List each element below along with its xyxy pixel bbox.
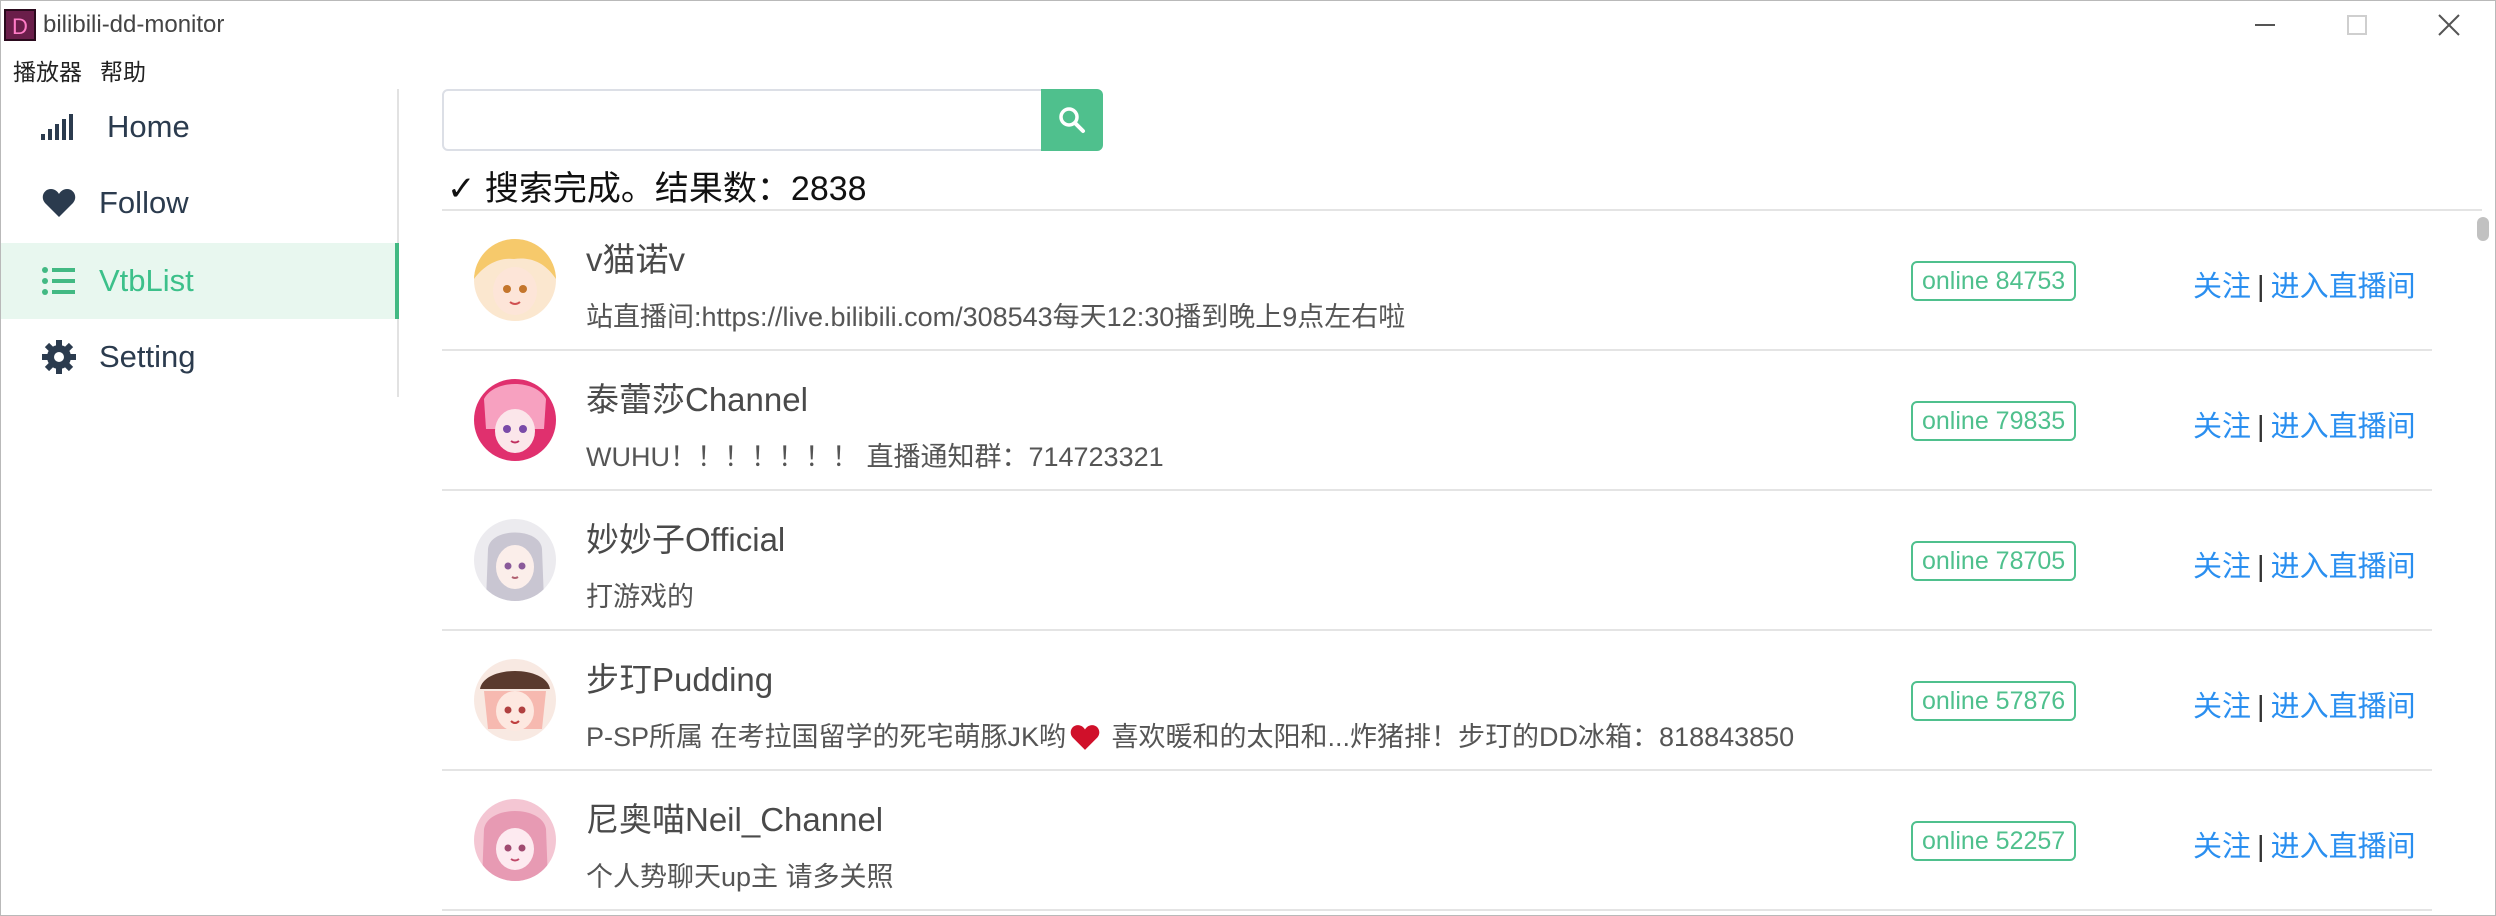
follow-link[interactable]: 关注	[2193, 271, 2251, 303]
list-item: 妙妙子Official 打游戏的 online 78705 关注 | 进入直播间	[442, 491, 2432, 631]
row-actions: 关注 | 进入直播间	[2193, 683, 2416, 725]
close-icon	[2438, 14, 2460, 36]
app-logo-icon: D	[4, 9, 36, 41]
app-window: D bilibili-dd-monitor 播放器 帮助 Home Follow…	[0, 0, 2496, 916]
sidebar: Home Follow VtbList Setting	[1, 89, 399, 397]
follow-link[interactable]: 关注	[2193, 411, 2251, 443]
online-badge: online 52257	[1911, 821, 2077, 861]
list-item: 尼奥喵Neil_Channel 个人势聊天up主 请多关照 online 522…	[442, 771, 2432, 911]
maximize-icon	[2347, 15, 2367, 35]
description-text: P-SP所属 在考拉国留学的死宅萌豚JK哟	[586, 722, 1067, 752]
action-separator: |	[2257, 831, 2265, 863]
minimize-button[interactable]	[2219, 1, 2311, 49]
signal-bars-icon	[39, 107, 79, 147]
heart-icon	[39, 183, 79, 223]
online-badge: online 57876	[1911, 681, 2077, 721]
list-icon	[39, 261, 79, 301]
vtuber-name: 步玎Pudding	[586, 661, 774, 698]
search-status: ✓ 搜索完成。结果数：2838	[447, 170, 867, 208]
avatar[interactable]	[474, 239, 556, 321]
vtuber-description: WUHU！！！！！！！ 直播通知群：714723321	[586, 442, 1164, 472]
description-text: 喜欢暖和的太阳和...炸猪排！步玎的DD冰箱：818843850	[1104, 722, 1795, 752]
sidebar-item-setting[interactable]: Setting	[1, 319, 399, 395]
enter-room-link[interactable]: 进入直播间	[2271, 691, 2416, 723]
online-badge: online 84753	[1911, 261, 2077, 301]
list-item: 步玎Pudding P-SP所属 在考拉国留学的死宅萌豚JK哟 喜欢暖和的太阳和…	[442, 631, 2432, 771]
sidebar-item-label: Home	[107, 109, 190, 144]
row-actions: 关注 | 进入直播间	[2193, 403, 2416, 445]
vtb-result-list: v猫诺v 站直播间:https://live.bilibili.com/3085…	[442, 211, 2432, 911]
list-item: 泰蕾莎Channel WUHU！！！！！！！ 直播通知群：714723321 o…	[442, 351, 2432, 491]
vtuber-name: 泰蕾莎Channel	[586, 381, 808, 418]
enter-room-link[interactable]: 进入直播间	[2271, 411, 2416, 443]
minimize-icon	[2255, 24, 2275, 26]
action-separator: |	[2257, 411, 2265, 443]
vtuber-description: P-SP所属 在考拉国留学的死宅萌豚JK哟 喜欢暖和的太阳和...炸猪排！步玎的…	[586, 715, 1794, 754]
action-separator: |	[2257, 271, 2265, 303]
follow-link[interactable]: 关注	[2193, 831, 2251, 863]
vtuber-description: 打游戏的	[586, 582, 694, 612]
avatar[interactable]	[474, 799, 556, 881]
sidebar-item-follow[interactable]: Follow	[1, 165, 399, 241]
vtuber-name: 尼奥喵Neil_Channel	[586, 801, 884, 838]
search-button[interactable]	[1041, 89, 1103, 151]
vtuber-description: 站直播间:https://live.bilibili.com/308543每天1…	[586, 302, 1406, 332]
follow-link[interactable]: 关注	[2193, 551, 2251, 583]
online-badge: online 78705	[1911, 541, 2077, 581]
window-title: bilibili-dd-monitor	[43, 11, 225, 38]
list-item: v猫诺v 站直播间:https://live.bilibili.com/3085…	[442, 211, 2432, 351]
sidebar-item-label: VtbList	[99, 263, 194, 298]
vtuber-name: v猫诺v	[586, 241, 685, 278]
close-button[interactable]	[2403, 1, 2495, 49]
sidebar-item-home[interactable]: Home	[1, 89, 399, 165]
row-actions: 关注 | 进入直播间	[2193, 823, 2416, 865]
row-actions: 关注 | 进入直播间	[2193, 543, 2416, 585]
sidebar-item-vtblist[interactable]: VtbList	[1, 243, 399, 319]
follow-link[interactable]: 关注	[2193, 691, 2251, 723]
title-bar: D bilibili-dd-monitor	[1, 1, 2495, 49]
menu-help[interactable]: 帮助	[92, 53, 156, 87]
search-icon	[1059, 107, 1085, 133]
search-input[interactable]	[442, 89, 1043, 151]
vtuber-description: 个人势聊天up主 请多关照	[586, 862, 894, 892]
sidebar-item-label: Follow	[99, 185, 189, 220]
online-badge: online 79835	[1911, 401, 2077, 441]
row-actions: 关注 | 进入直播间	[2193, 263, 2416, 305]
scrollbar-thumb[interactable]	[2477, 217, 2489, 241]
menu-bar: 播放器 帮助	[1, 51, 156, 89]
red-heart-icon	[1070, 725, 1100, 750]
enter-room-link[interactable]: 进入直播间	[2271, 271, 2416, 303]
avatar[interactable]	[474, 659, 556, 741]
enter-room-link[interactable]: 进入直播间	[2271, 831, 2416, 863]
maximize-button[interactable]	[2311, 1, 2403, 49]
menu-player[interactable]: 播放器	[1, 53, 92, 87]
vtuber-name: 妙妙子Official	[586, 521, 786, 558]
gear-icon	[39, 337, 79, 377]
action-separator: |	[2257, 691, 2265, 723]
action-separator: |	[2257, 551, 2265, 583]
avatar[interactable]	[474, 519, 556, 601]
avatar[interactable]	[474, 379, 556, 461]
enter-room-link[interactable]: 进入直播间	[2271, 551, 2416, 583]
sidebar-item-label: Setting	[99, 339, 196, 374]
